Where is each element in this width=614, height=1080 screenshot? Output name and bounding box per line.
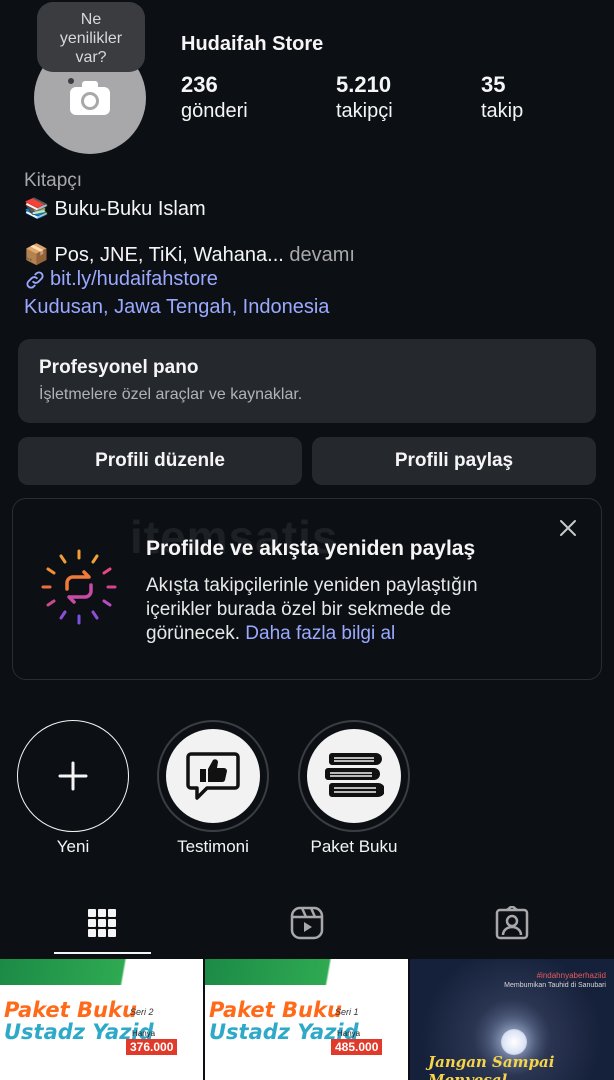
notes-bubble[interactable]: Ne yenilikler var? [37, 2, 145, 72]
tab-reels[interactable] [205, 895, 409, 951]
post-1-title-line1: Paket Buku [4, 998, 137, 1022]
profile-name: Hudaifah Store [181, 33, 324, 55]
stat-posts-value: 236 [181, 72, 218, 97]
stat-posts-label: gönderi [181, 100, 248, 122]
post-3-moon [501, 1029, 527, 1055]
repost-card-description: Akışta takipçilerinle yeniden paylaştığı… [146, 574, 546, 646]
profile-category: Kitapçı [24, 170, 83, 191]
post-3-hashtag: #indahnyaberhaziid [536, 971, 606, 980]
bio-more-link[interactable]: devamı [284, 244, 355, 266]
post-2-price: 485.000 [331, 1039, 383, 1055]
grid-icon [88, 909, 116, 937]
repost-info-card: Profilde ve akışta yeniden paylaş Akışta… [12, 498, 602, 680]
bio-line-2[interactable]: 📦 Pos, JNE, TiKi, Wahana... devamı [24, 242, 355, 267]
highlight-new-label: Yeni [56, 837, 90, 856]
stat-following-label: takip [481, 100, 524, 122]
highlight-testimoni-ring [157, 720, 269, 832]
highlight-paket-buku-label: Paket Buku [310, 837, 398, 856]
post-1-price: 376.000 [126, 1039, 178, 1055]
notes-line-3: var? [75, 49, 107, 66]
link-icon [26, 270, 44, 289]
tab-tagged[interactable] [410, 895, 614, 951]
notes-line-2: yenilikler [59, 30, 123, 47]
stat-followers-label: takipçi [336, 100, 393, 122]
stat-followers-value: 5.210 [336, 72, 392, 97]
bio-line-1: 📚 Buku-Buku Islam [24, 198, 206, 220]
highlight-testimoni-label: Testimoni [177, 837, 249, 856]
professional-dashboard-subtitle: İşletmelere özel araçlar ve kaynaklar. [39, 386, 303, 403]
plus-icon [58, 761, 88, 791]
highlight-testimoni[interactable]: Testimoni [156, 720, 270, 857]
post-1-seri: Seri 2 [130, 1007, 154, 1017]
repost-card-title: Profilde ve akışta yeniden paylaş [146, 537, 476, 560]
reels-icon [290, 906, 324, 940]
post-1-ribbon [0, 959, 203, 985]
book-stack-icon [325, 753, 384, 797]
post-2-seri: Seri 1 [335, 1007, 359, 1017]
professional-dashboard[interactable]: Profesyonel pano İşletmelere özel araçla… [18, 339, 596, 423]
highlight-paket-buku-ring [298, 720, 410, 832]
tagged-icon [495, 906, 529, 940]
profile-link[interactable]: bit.ly/hudaifahstore [24, 268, 218, 291]
thumbs-up-chat-icon [186, 752, 240, 800]
notes-line-1: Ne [80, 11, 102, 28]
professional-dashboard-title: Profesyonel pano [39, 357, 199, 378]
grid-post-2[interactable]: Paket Buku Ustadz Yazid Seri 1 Hanya 485… [205, 959, 408, 1080]
profile-link-text: bit.ly/hudaifahstore [50, 268, 218, 290]
edit-profile-button[interactable]: Profili düzenle [18, 437, 302, 485]
bio-line-2-text: 📦 Pos, JNE, TiKi, Wahana... [24, 244, 284, 266]
profile-location[interactable]: Kudusan, Jawa Tengah, Indonesia [24, 296, 329, 319]
post-2-hanya: Hanya [337, 1029, 361, 1038]
stat-followers[interactable]: 5.210 takipçi [336, 72, 393, 123]
post-2-title-line1: Paket Buku [209, 998, 342, 1022]
highlight-paket-buku-cover [307, 729, 401, 823]
post-2-ribbon [205, 959, 408, 985]
close-icon[interactable] [559, 519, 577, 537]
stat-posts[interactable]: 236 gönderi [181, 72, 248, 123]
stat-following[interactable]: 35 takip [481, 72, 523, 123]
highlight-new[interactable]: Yeni [16, 720, 130, 857]
camera-icon [70, 81, 110, 115]
highlight-paket-buku[interactable]: Paket Buku [297, 720, 411, 857]
grid-post-1[interactable]: Paket Buku Ustadz Yazid Seri 2 Hanya 376… [0, 959, 203, 1080]
notes-bubble-tail [68, 78, 74, 84]
stat-following-value: 35 [481, 72, 506, 97]
share-profile-button[interactable]: Profili paylaş [312, 437, 596, 485]
learn-more-link[interactable]: Daha fazla bilgi al [245, 623, 395, 644]
highlight-new-ring [17, 720, 129, 832]
highlight-testimoni-cover [166, 729, 260, 823]
post-3-caption: Jangan Sampai Menyesal [428, 1053, 555, 1080]
post-3-subtitle: Membumikan Tauhid di Sanubari [504, 982, 606, 989]
active-tab-indicator [54, 952, 151, 954]
grid-post-3[interactable]: #indahnyaberhaziid Membumikan Tauhid di … [410, 959, 614, 1080]
tab-posts-grid[interactable] [0, 895, 204, 951]
post-1-hanya: Hanya [132, 1029, 156, 1038]
repost-icon [41, 549, 117, 625]
